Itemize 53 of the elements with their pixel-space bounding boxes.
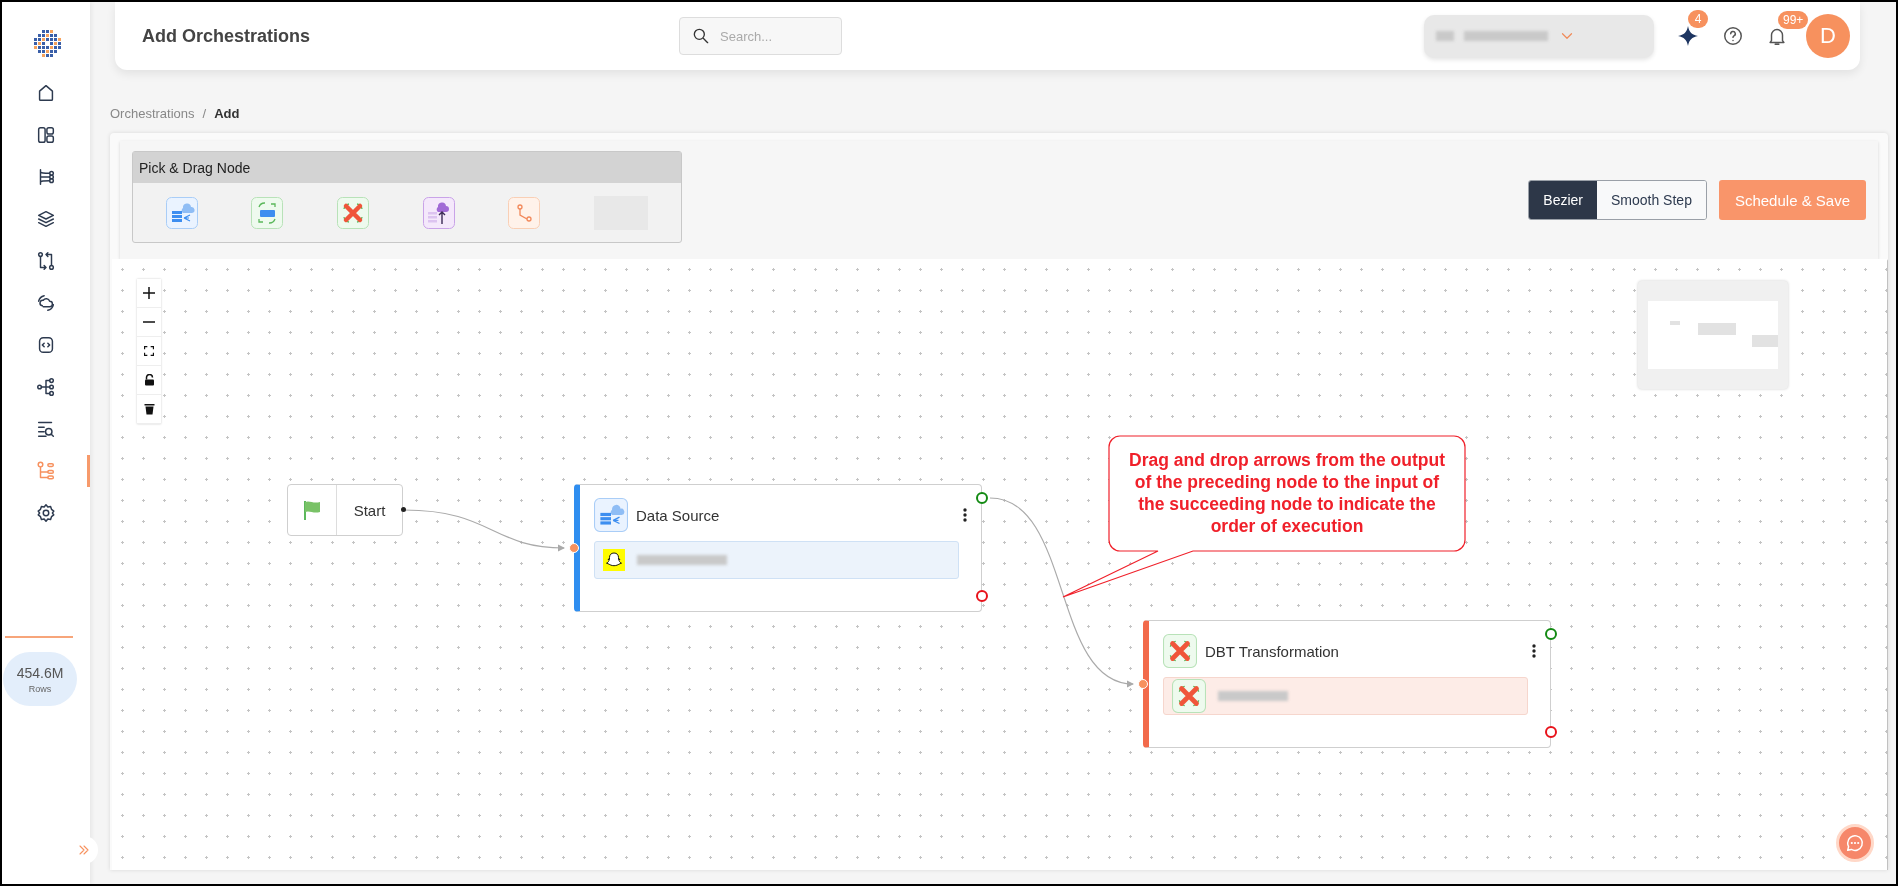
cloud-sync-icon	[35, 292, 57, 314]
node-label: DBT Transformation	[1205, 642, 1339, 660]
breadcrumb-item: Add	[214, 106, 240, 121]
input-handle[interactable]	[569, 543, 579, 553]
lock-icon	[143, 374, 155, 386]
fit-view-button[interactable]	[137, 337, 161, 366]
fullscreen-icon	[144, 346, 154, 356]
breadcrumb-separator: /	[202, 106, 207, 121]
usage-unit: Rows	[28, 683, 52, 694]
layers-icon	[35, 208, 57, 230]
query-node-icon[interactable]	[251, 196, 284, 229]
count-badge: 4	[1688, 10, 1708, 28]
source-node[interactable]: Data Source	[574, 484, 982, 612]
chat-icon	[1844, 832, 1866, 854]
minus-icon	[143, 321, 155, 323]
transfer-icon	[35, 250, 57, 272]
hierarchy-icon	[35, 376, 57, 398]
more-icon[interactable]	[1532, 644, 1536, 658]
count-badge: 99+	[1778, 11, 1809, 29]
node-label: Data Source	[636, 506, 720, 524]
settings-icon	[35, 502, 57, 524]
workflow-icon	[35, 460, 57, 482]
flag-icon	[302, 499, 322, 521]
edge-style-toggle[interactable]: Bezier	[1529, 181, 1597, 219]
blurred-text	[1218, 691, 1288, 701]
database-cloud-icon[interactable]	[165, 196, 198, 229]
output-handle[interactable]	[401, 507, 406, 512]
plus-icon	[143, 287, 155, 299]
cross-node-icon[interactable]	[1163, 634, 1197, 668]
zoom-out-button[interactable]	[137, 308, 161, 337]
node-label: Start	[352, 500, 387, 521]
cloud-upload-icon[interactable]	[422, 196, 455, 229]
cross-node-icon[interactable]	[337, 196, 370, 229]
help-icon[interactable]	[1722, 25, 1744, 47]
chat-button[interactable]	[1836, 824, 1874, 862]
input-handle[interactable]	[1138, 679, 1148, 689]
zoom-in-button[interactable]	[137, 279, 161, 308]
database-cloud-icon[interactable]	[594, 498, 628, 532]
cross-node-icon[interactable]	[1172, 679, 1206, 713]
palette-title: Pick & Drag Node	[133, 152, 681, 183]
callout-text: Drag and drop arrows from the output of the preceding node to the input of the succeeding node to indicate the order of execution	[1128, 449, 1446, 537]
page-title: Add Orchestrations	[142, 25, 312, 47]
ghost-logo-icon	[603, 549, 625, 571]
usage-value: 454.6M	[16, 664, 64, 681]
layout-icon	[35, 124, 57, 146]
start-node[interactable]: Start	[287, 484, 403, 536]
more-icon[interactable]	[963, 508, 967, 522]
lock-button[interactable]	[137, 366, 161, 395]
search-field[interactable]: Search...	[679, 17, 842, 55]
transformation-node[interactable]: DBT Transformation	[1143, 620, 1551, 748]
delete-button[interactable]	[137, 395, 161, 424]
edge-style-toggle[interactable]: Smooth Step	[1597, 181, 1706, 219]
trash-icon	[143, 403, 155, 415]
